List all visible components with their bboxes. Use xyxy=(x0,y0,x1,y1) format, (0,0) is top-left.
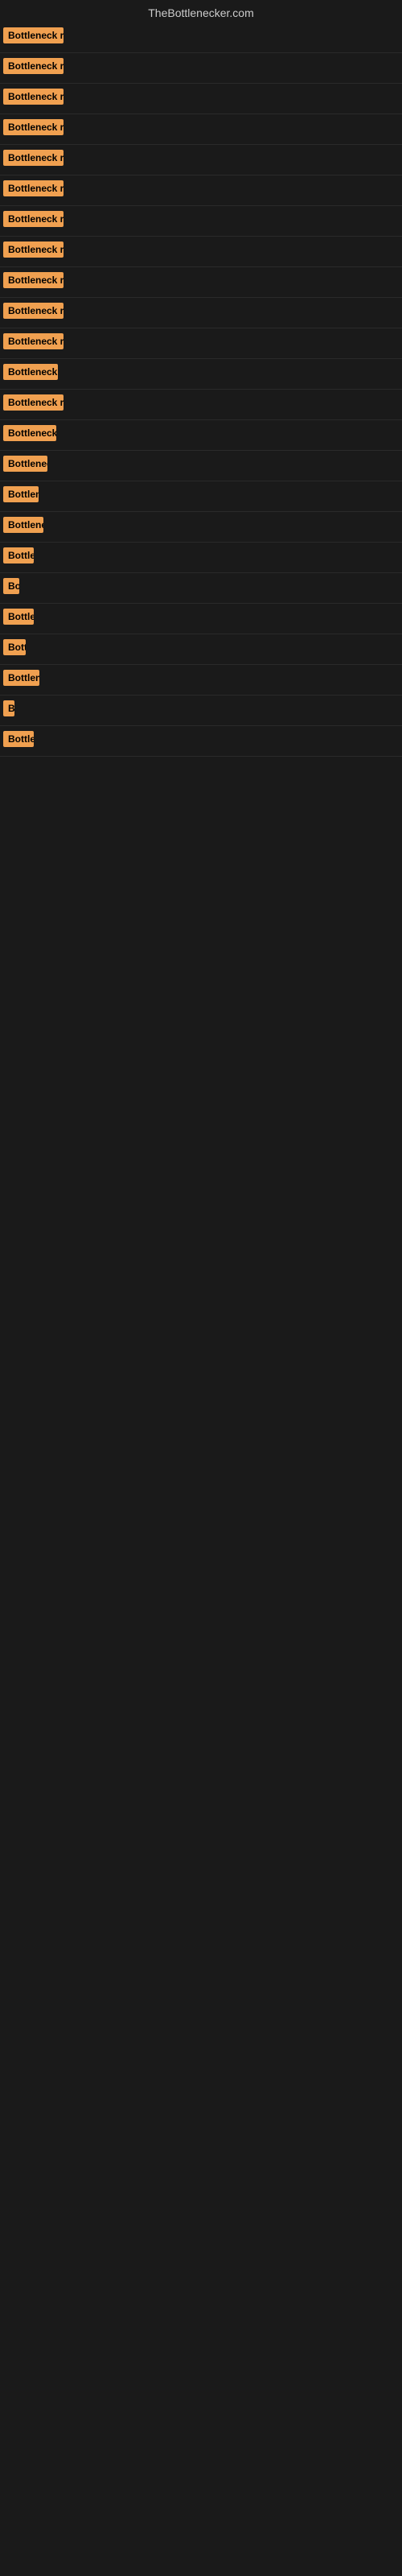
bottleneck-badge[interactable]: Bottle xyxy=(3,609,34,625)
bottleneck-badge[interactable]: Bottle xyxy=(3,731,34,747)
result-row: Bottleneck result xyxy=(0,114,402,145)
bottleneck-badge[interactable]: Bottleneck result xyxy=(3,180,64,196)
bottleneck-badge[interactable]: Bottlens xyxy=(3,670,39,686)
result-row: Bottle xyxy=(0,543,402,573)
result-row: B xyxy=(0,696,402,726)
result-row: Bottleneck resu xyxy=(0,420,402,451)
bottleneck-badge[interactable]: Bottleneck result xyxy=(3,272,64,288)
result-row: Bottle xyxy=(0,604,402,634)
bottleneck-badge[interactable]: Bottleneck result xyxy=(3,333,64,349)
bottleneck-badge[interactable]: Bottleneck resu xyxy=(3,425,56,441)
result-row: Bottleneck result xyxy=(0,145,402,175)
result-row: Bottleneck result xyxy=(0,23,402,53)
result-row: Bottleneck result xyxy=(0,390,402,420)
bottleneck-badge[interactable]: Bottleneck result xyxy=(3,58,64,74)
bottleneck-badge[interactable]: Bott xyxy=(3,639,26,655)
bottleneck-badge[interactable]: Bo xyxy=(3,578,19,594)
result-row: Bottleneck xyxy=(0,512,402,543)
result-row: Bottleneck result xyxy=(0,267,402,298)
bottleneck-badge[interactable]: Bottlen xyxy=(3,486,39,502)
bottleneck-badge[interactable]: Bottleneck result xyxy=(3,150,64,166)
result-row: Bottleneck result xyxy=(0,175,402,206)
bottleneck-badge[interactable]: Bottleneck r xyxy=(3,456,47,472)
result-row: Bottleneck result xyxy=(0,328,402,359)
result-row: Bott xyxy=(0,634,402,665)
bottleneck-badge[interactable]: Bottleneck result xyxy=(3,303,64,319)
bottleneck-badge[interactable]: Bottleneck result xyxy=(3,27,64,43)
site-title: TheBottlenecker.com xyxy=(0,0,402,23)
result-row: Bottleneck r xyxy=(0,451,402,481)
bottleneck-badge[interactable]: Bottleneck result xyxy=(3,119,64,135)
result-row: Bottle xyxy=(0,726,402,757)
result-row: Bottleneck result xyxy=(0,206,402,237)
site-header: TheBottlenecker.com xyxy=(0,0,402,23)
bottleneck-badge[interactable]: B xyxy=(3,700,14,716)
bottleneck-badge[interactable]: Bottleneck result xyxy=(3,394,64,411)
bottleneck-badge[interactable]: Bottleneck resu xyxy=(3,364,58,380)
result-row: Bo xyxy=(0,573,402,604)
result-row: Bottleneck result xyxy=(0,237,402,267)
bottleneck-badge[interactable]: Bottleneck result xyxy=(3,242,64,258)
result-row: Bottleneck result xyxy=(0,84,402,114)
bottleneck-badge[interactable]: Bottleneck result xyxy=(3,89,64,105)
bottleneck-badge[interactable]: Bottleneck xyxy=(3,517,43,533)
result-row: Bottleneck resu xyxy=(0,359,402,390)
bottleneck-badge[interactable]: Bottleneck result xyxy=(3,211,64,227)
result-row: Bottlens xyxy=(0,665,402,696)
bottleneck-badge[interactable]: Bottle xyxy=(3,547,34,564)
results-container: Bottleneck result Bottleneck result Bottle… xyxy=(0,23,402,757)
result-row: Bottleneck result xyxy=(0,53,402,84)
result-row: Bottlen xyxy=(0,481,402,512)
result-row: Bottleneck result xyxy=(0,298,402,328)
